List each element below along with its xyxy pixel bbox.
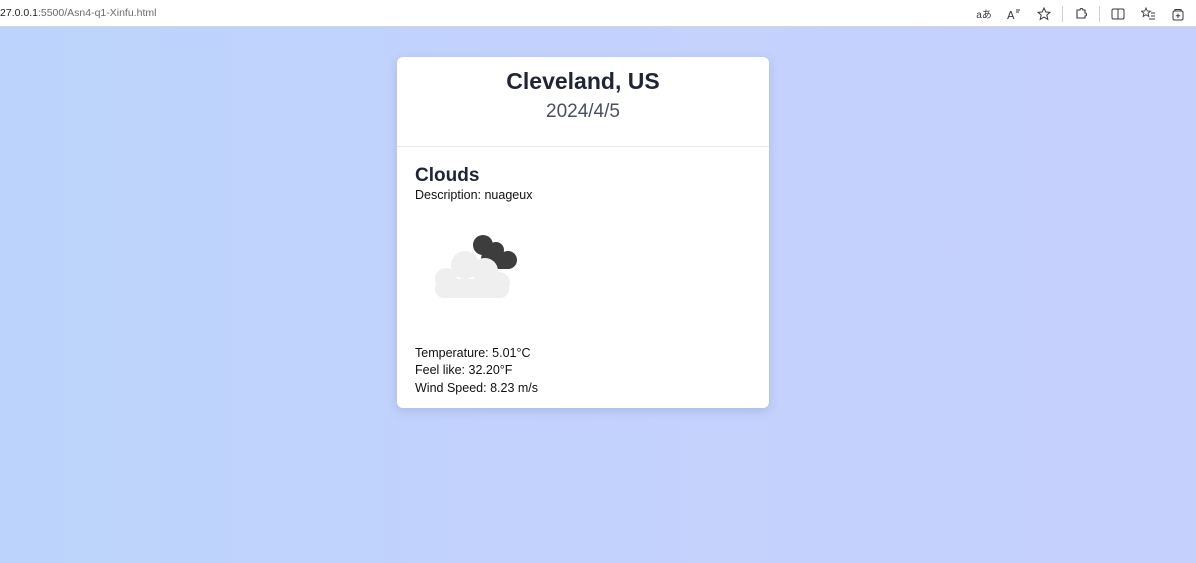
description-value: nuageux xyxy=(484,188,533,202)
address-bar[interactable]: 27.0.0.1:5500/Asn4-q1-Xinfu.html xyxy=(0,7,156,19)
feel-like-line: Feel like: 32.20°F xyxy=(415,362,751,380)
favorites-list-button[interactable] xyxy=(1136,4,1160,23)
feel-like-value: 32.20°F xyxy=(468,363,513,377)
weather-date: 2024/4/5 xyxy=(546,101,620,122)
description-label: Description: xyxy=(415,188,481,202)
weather-details: Temperature: 5.01°C Feel like: 32.20°F W… xyxy=(415,345,751,398)
temperature-value: 5.01°C xyxy=(492,345,531,360)
browser-toolbar: 27.0.0.1:5500/Asn4-q1-Xinfu.html aあ A xyxy=(0,0,1196,27)
weather-card-header: Cleveland, US 2024/4/5 xyxy=(397,57,769,147)
read-aloud-button[interactable]: A xyxy=(1002,4,1026,23)
weather-condition: Clouds xyxy=(415,165,480,186)
translate-icon: aあ xyxy=(976,10,992,21)
favorites-icon xyxy=(1140,6,1155,19)
read-aloud-icon: A xyxy=(1007,9,1020,20)
browser-actions: aあ A xyxy=(966,4,1190,23)
weather-description: Description: nuageux xyxy=(415,187,751,205)
translate-button[interactable]: aあ xyxy=(972,4,996,23)
puzzle-icon xyxy=(1076,7,1087,19)
collections-icon xyxy=(1172,8,1184,20)
wind-speed-label: Wind Speed: xyxy=(415,380,487,395)
weather-card: Cleveland, US 2024/4/5 Clouds Descriptio… xyxy=(397,57,769,408)
split-screen-icon xyxy=(1111,8,1125,19)
temperature-line: Temperature: 5.01°C xyxy=(415,345,751,363)
split-screen-button[interactable] xyxy=(1106,4,1130,23)
svg-text:A: A xyxy=(1007,9,1015,20)
url-host: 27.0.0.1 xyxy=(0,7,38,19)
wind-speed-value: 8.23 m/s xyxy=(490,380,538,395)
star-icon xyxy=(1037,6,1051,20)
toolbar-divider xyxy=(1099,5,1100,22)
broken-clouds-icon xyxy=(421,227,531,307)
collections-button[interactable] xyxy=(1166,4,1190,23)
wind-speed-line: Wind Speed: 8.23 m/s xyxy=(415,380,751,398)
url-path: :5500/Asn4-q1-Xinfu.html xyxy=(37,7,157,19)
toolbar-divider xyxy=(1062,5,1063,22)
extensions-button[interactable] xyxy=(1069,4,1093,23)
city-name: Cleveland, US xyxy=(506,68,660,94)
temperature-label: Temperature: xyxy=(415,345,489,360)
feel-like-label: Feel like: xyxy=(415,363,466,377)
weather-card-body: Clouds Description: nuageux Temperature:… xyxy=(397,147,769,397)
favorite-button[interactable] xyxy=(1032,4,1056,23)
